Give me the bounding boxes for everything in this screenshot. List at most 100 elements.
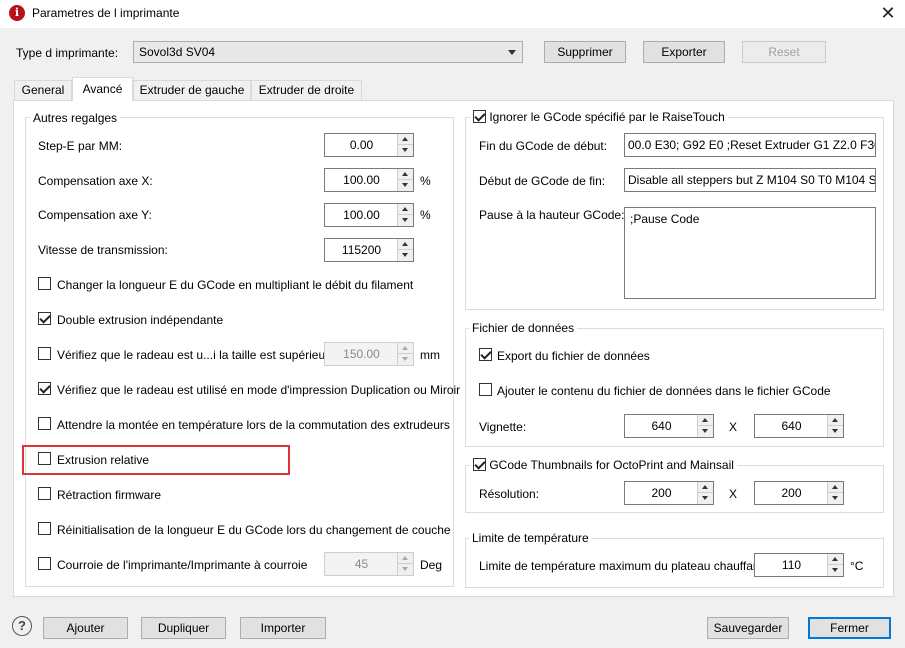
vignette-width-spinner[interactable]: 640 (624, 414, 714, 438)
raft-size-spinner[interactable]: 150.00 (324, 342, 414, 366)
belt-angle-value: 45 (354, 557, 369, 571)
reset-e-label: Réinitialisation de la longueur E du GCo… (57, 523, 451, 537)
comp-x-unit: % (420, 174, 431, 188)
export-data-checkbox[interactable] (479, 348, 492, 361)
comp-y-spinner[interactable]: 100.00 (324, 203, 414, 227)
spin-down-icon[interactable] (398, 215, 413, 226)
comp-y-label: Compensation axe Y: (38, 208, 152, 222)
spin-down-icon[interactable] (398, 180, 413, 191)
temperature-title: Limite de température (469, 531, 592, 545)
belt-printer-checkbox[interactable] (38, 557, 51, 570)
pause-gcode-label: Pause à la hauteur GCode: (479, 208, 625, 222)
ignore-gcode-label: Ignorer le GCode spécifié par le RaiseTo… (489, 110, 725, 124)
tab-right-extruder[interactable]: Extruder de droite (251, 80, 362, 100)
raft-size-label: Vérifiez que le radeau est u...i la tail… (57, 348, 346, 362)
ignore-gcode-header: Ignorer le GCode spécifié par le RaiseTo… (470, 110, 728, 125)
step-e-value: 0.00 (349, 138, 374, 152)
append-data-checkbox[interactable] (479, 383, 492, 396)
spin-up-icon[interactable] (698, 482, 713, 493)
thumbnails-checkbox[interactable] (473, 458, 486, 472)
ignore-gcode-checkbox[interactable] (473, 110, 486, 124)
raft-mode-label: Vérifiez que le radeau est utilisé en mo… (57, 383, 461, 397)
spin-up-icon[interactable] (398, 343, 413, 354)
import-button[interactable]: Importer (240, 617, 326, 639)
firmware-retraction-label: Rétraction firmware (57, 488, 162, 502)
belt-printer-label: Courroie de l'imprimante/Imprimante à co… (57, 558, 308, 572)
close-icon[interactable]: ✕ (874, 2, 902, 24)
spin-up-icon[interactable] (698, 415, 713, 426)
raft-size-value: 150.00 (343, 347, 380, 361)
reset-e-checkbox[interactable] (38, 522, 51, 535)
close-button[interactable]: Fermer (808, 617, 891, 639)
vignette-height-value: 640 (781, 419, 802, 433)
tab-general[interactable]: General (14, 80, 72, 100)
app-icon: i (9, 5, 25, 21)
spin-down-icon[interactable] (828, 426, 843, 437)
raft-mode-checkbox[interactable] (38, 382, 51, 395)
comp-y-unit: % (420, 208, 431, 222)
start-gcode-end-label: Fin du GCode de début: (479, 139, 608, 153)
spin-up-icon[interactable] (828, 415, 843, 426)
comp-x-spinner[interactable]: 100.00 (324, 168, 414, 192)
wait-temp-label: Attendre la montée en température lors d… (57, 418, 450, 432)
spin-down-icon[interactable] (398, 145, 413, 156)
end-gcode-start-label: Début de GCode de fin: (479, 174, 606, 188)
start-gcode-end-field[interactable]: 00.0 E30; G92 E0 ;Reset Extruder G1 Z2.0… (624, 133, 876, 157)
multiply-e-checkbox[interactable] (38, 277, 51, 290)
spin-up-icon[interactable] (398, 134, 413, 145)
spin-down-icon[interactable] (398, 354, 413, 365)
save-button[interactable]: Sauvegarder (707, 617, 789, 639)
spin-up-icon[interactable] (398, 553, 413, 564)
baud-spinner[interactable]: 115200 (324, 238, 414, 262)
spin-down-icon[interactable] (398, 250, 413, 261)
resolution-label: Résolution: (479, 487, 540, 501)
help-icon[interactable]: ? (12, 616, 32, 636)
raft-size-checkbox[interactable] (38, 347, 51, 360)
spin-down-icon[interactable] (698, 493, 713, 504)
duplicate-button[interactable]: Dupliquer (141, 617, 226, 639)
append-data-label: Ajouter le contenu du fichier de données… (497, 384, 831, 398)
resolution-height-spinner[interactable]: 200 (754, 481, 844, 505)
spin-up-icon[interactable] (398, 204, 413, 215)
printer-type-label: Type d imprimante: (16, 46, 119, 60)
tab-advanced[interactable]: Avancé (72, 77, 133, 101)
export-data-label: Export du fichier de données (497, 349, 650, 363)
spin-up-icon[interactable] (828, 554, 843, 565)
resolution-x-separator: X (729, 487, 738, 501)
spin-down-icon[interactable] (698, 426, 713, 437)
tab-left-extruder[interactable]: Extruder de gauche (133, 80, 251, 100)
multiply-e-label: Changer la longueur E du GCode en multip… (57, 278, 414, 292)
vignette-x-separator: X (729, 420, 738, 434)
spin-up-icon[interactable] (398, 239, 413, 250)
bed-limit-label: Limite de température maximum du plateau… (479, 559, 767, 573)
spin-down-icon[interactable] (828, 565, 843, 576)
add-button[interactable]: Ajouter (43, 617, 128, 639)
resolution-width-spinner[interactable]: 200 (624, 481, 714, 505)
chevron-down-icon (508, 50, 516, 55)
comp-x-value: 100.00 (343, 173, 380, 187)
export-button[interactable]: Exporter (643, 41, 725, 63)
step-e-spinner[interactable]: 0.00 (324, 133, 414, 157)
spin-down-icon[interactable] (828, 493, 843, 504)
bed-limit-value: 110 (781, 558, 802, 572)
relative-extrusion-checkbox[interactable] (38, 452, 51, 465)
vignette-height-spinner[interactable]: 640 (754, 414, 844, 438)
independent-dual-checkbox[interactable] (38, 312, 51, 325)
belt-angle-spinner[interactable]: 45 (324, 552, 414, 576)
printer-type-select[interactable]: Sovol3d SV04 (133, 41, 523, 63)
spin-up-icon[interactable] (828, 482, 843, 493)
thumbnails-header: GCode Thumbnails for OctoPrint and Mains… (470, 458, 737, 473)
delete-button[interactable]: Supprimer (544, 41, 626, 63)
end-gcode-start-field[interactable]: Disable all steppers but Z M104 S0 T0 M1… (624, 168, 876, 192)
wait-temp-checkbox[interactable] (38, 417, 51, 430)
resolution-height-value: 200 (781, 486, 802, 500)
firmware-retraction-checkbox[interactable] (38, 487, 51, 500)
pause-gcode-field[interactable]: ;Pause Code (624, 207, 876, 299)
step-e-label: Step-E par MM: (38, 139, 123, 153)
spin-down-icon[interactable] (398, 564, 413, 575)
bed-limit-spinner[interactable]: 110 (754, 553, 844, 577)
reset-button[interactable]: Reset (742, 41, 826, 63)
spin-up-icon[interactable] (398, 169, 413, 180)
belt-angle-unit: Deg (420, 558, 443, 572)
vignette-label: Vignette: (479, 420, 527, 434)
